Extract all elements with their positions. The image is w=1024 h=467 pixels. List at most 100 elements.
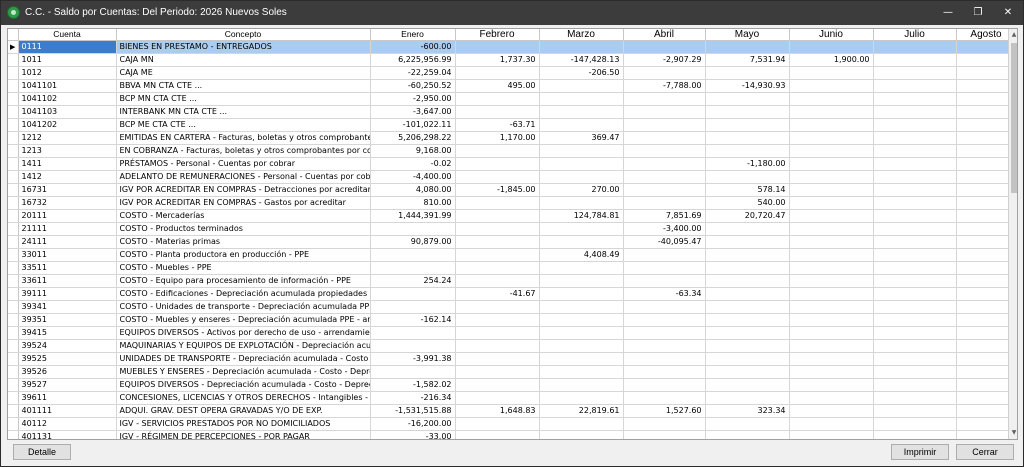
cell-concepto[interactable]: COSTO - Planta productora en producción …: [116, 248, 371, 262]
table-row[interactable]: 1012 CAJA ME -22,259.04 -206.50: [8, 66, 1017, 80]
cell-cuenta[interactable]: 39524: [18, 339, 117, 353]
cell-amount[interactable]: [705, 235, 790, 249]
cell-amount[interactable]: [956, 378, 1017, 392]
cell-amount[interactable]: -1,531,515.88: [370, 404, 456, 418]
cell-amount[interactable]: [623, 118, 706, 132]
cell-concepto[interactable]: MUEBLES Y ENSERES - Depreciación acumula…: [116, 365, 371, 379]
cell-amount[interactable]: [873, 404, 957, 418]
cell-amount[interactable]: [789, 287, 874, 301]
cell-cuenta[interactable]: 1411: [18, 157, 117, 171]
cell-amount[interactable]: [539, 274, 624, 288]
column-header[interactable]: Febrero: [455, 29, 540, 41]
cell-concepto[interactable]: BIENES EN PRESTAMO - ENTREGADOS: [116, 40, 371, 54]
cell-amount[interactable]: [873, 53, 957, 67]
table-row[interactable]: 401131 IGV - RÉGIMEN DE PERCEPCIONES - PO…: [8, 430, 1017, 439]
cell-amount[interactable]: [623, 313, 706, 327]
cell-amount[interactable]: [956, 196, 1017, 210]
table-row[interactable]: 1041102 BCP MN CTA CTE ... -2,950.00: [8, 92, 1017, 106]
cell-amount[interactable]: 1,648.83: [455, 404, 540, 418]
cell-cuenta[interactable]: 401131: [18, 430, 117, 439]
row-indicator[interactable]: [8, 352, 19, 366]
table-row[interactable]: 39525 UNIDADES DE TRANSPORTE - Depreciaci…: [8, 352, 1017, 366]
cell-amount[interactable]: [789, 79, 874, 93]
cell-amount[interactable]: [370, 287, 456, 301]
cell-concepto[interactable]: COSTO - Equipo para procesamiento de inf…: [116, 274, 371, 288]
cell-amount[interactable]: [623, 300, 706, 314]
cell-amount[interactable]: [873, 79, 957, 93]
cell-cuenta[interactable]: 39526: [18, 365, 117, 379]
cell-concepto[interactable]: EN COBRANZA - Facturas, boletas y otros …: [116, 144, 371, 158]
cell-cuenta[interactable]: 1041101: [18, 79, 117, 93]
cell-amount[interactable]: -600.00: [370, 40, 456, 54]
cell-amount[interactable]: [705, 66, 790, 80]
row-indicator[interactable]: [8, 326, 19, 340]
cell-amount[interactable]: [956, 326, 1017, 340]
column-header[interactable]: Cuenta: [18, 29, 117, 41]
row-indicator[interactable]: [8, 378, 19, 392]
cell-amount[interactable]: 369.47: [539, 131, 624, 145]
cell-amount[interactable]: [623, 66, 706, 80]
row-selected-arrow-icon[interactable]: ▶: [8, 40, 19, 54]
table-row[interactable]: 39526 MUEBLES Y ENSERES - Depreciación ac…: [8, 365, 1017, 379]
cell-amount[interactable]: [873, 326, 957, 340]
cell-amount[interactable]: [705, 92, 790, 106]
cell-amount[interactable]: -41.67: [455, 287, 540, 301]
cell-amount[interactable]: [623, 378, 706, 392]
cell-amount[interactable]: -63.71: [455, 118, 540, 132]
cell-amount[interactable]: [539, 79, 624, 93]
cell-amount[interactable]: [956, 144, 1017, 158]
cell-amount[interactable]: -2,907.29: [623, 53, 706, 67]
cell-amount[interactable]: 1,737.30: [455, 53, 540, 67]
cell-amount[interactable]: [705, 131, 790, 145]
cell-amount[interactable]: [539, 157, 624, 171]
row-indicator[interactable]: [8, 157, 19, 171]
cell-cuenta[interactable]: 39351: [18, 313, 117, 327]
close-window-button[interactable]: ✕: [993, 1, 1023, 25]
row-indicator[interactable]: [8, 66, 19, 80]
cell-amount[interactable]: [789, 352, 874, 366]
cell-amount[interactable]: -216.34: [370, 391, 456, 405]
cell-amount[interactable]: 4,408.49: [539, 248, 624, 262]
cell-amount[interactable]: [789, 222, 874, 236]
table-row[interactable]: 33611 COSTO - Equipo para procesamiento d…: [8, 274, 1017, 288]
cell-amount[interactable]: [705, 261, 790, 275]
cell-amount[interactable]: [956, 391, 1017, 405]
cell-amount[interactable]: [539, 118, 624, 132]
cell-amount[interactable]: 270.00: [539, 183, 624, 197]
cell-amount[interactable]: [455, 391, 540, 405]
cell-amount[interactable]: [705, 313, 790, 327]
cell-amount[interactable]: [956, 352, 1017, 366]
cell-amount[interactable]: -1,582.02: [370, 378, 456, 392]
cell-amount[interactable]: 810.00: [370, 196, 456, 210]
cell-amount[interactable]: [455, 66, 540, 80]
cell-concepto[interactable]: CAJA MN: [116, 53, 371, 67]
table-row[interactable]: 20111 COSTO - Mercaderías 1,444,391.99 124,…: [8, 209, 1017, 223]
cell-cuenta[interactable]: 16731: [18, 183, 117, 197]
cell-amount[interactable]: [789, 261, 874, 275]
cell-cuenta[interactable]: 1412: [18, 170, 117, 184]
row-indicator[interactable]: [8, 404, 19, 418]
column-header[interactable]: Marzo: [539, 29, 624, 41]
table-row[interactable]: 39111 COSTO - Edificaciones - Depreciació…: [8, 287, 1017, 301]
cell-amount[interactable]: [455, 196, 540, 210]
cell-amount[interactable]: [455, 92, 540, 106]
cell-cuenta[interactable]: 24111: [18, 235, 117, 249]
cell-amount[interactable]: [956, 79, 1017, 93]
cell-amount[interactable]: [370, 248, 456, 262]
cell-amount[interactable]: 9,168.00: [370, 144, 456, 158]
row-indicator[interactable]: [8, 183, 19, 197]
cell-amount[interactable]: -1,180.00: [705, 157, 790, 171]
cell-amount[interactable]: [370, 300, 456, 314]
row-indicator[interactable]: [8, 131, 19, 145]
cell-amount[interactable]: -4,400.00: [370, 170, 456, 184]
cell-amount[interactable]: 323.34: [705, 404, 790, 418]
cell-amount[interactable]: 1,900.00: [789, 53, 874, 67]
cell-amount[interactable]: [873, 300, 957, 314]
cell-cuenta[interactable]: 1011: [18, 53, 117, 67]
cell-amount[interactable]: [623, 170, 706, 184]
cell-amount[interactable]: [956, 261, 1017, 275]
row-indicator[interactable]: [8, 144, 19, 158]
cell-amount[interactable]: [705, 378, 790, 392]
column-header[interactable]: Agosto: [956, 29, 1017, 41]
cell-concepto[interactable]: COSTO - Materias primas: [116, 235, 371, 249]
